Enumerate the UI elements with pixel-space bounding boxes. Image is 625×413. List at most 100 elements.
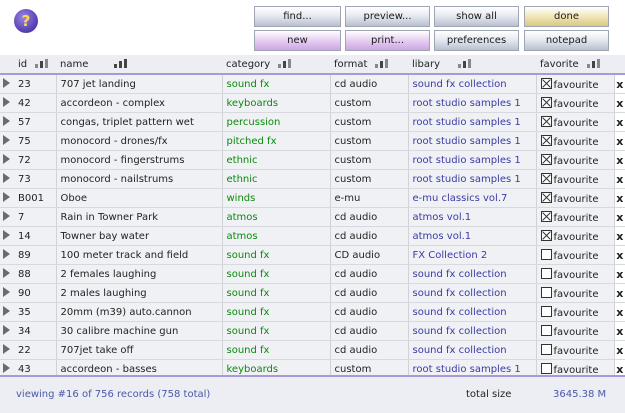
cell-name[interactable]: 707 jet landing bbox=[56, 74, 223, 94]
row-select-arrow[interactable] bbox=[0, 74, 14, 94]
cell-favourite[interactable]: favourite bbox=[536, 169, 615, 189]
triangle-right-icon[interactable] bbox=[3, 96, 10, 107]
row-select-arrow[interactable] bbox=[0, 150, 14, 170]
delete-icon[interactable]: x bbox=[614, 340, 625, 360]
cell-name[interactable]: congas, triplet pattern wet bbox=[56, 112, 223, 132]
delete-icon[interactable]: x bbox=[614, 302, 625, 322]
favourite-checkbox[interactable] bbox=[540, 229, 552, 241]
cell-name[interactable]: 20mm (m39) auto.cannon bbox=[56, 302, 223, 322]
favourite-checkbox[interactable] bbox=[540, 96, 552, 108]
table-row[interactable]: 34 30 calibre machine gun sound fx cd audio… bbox=[0, 321, 625, 341]
cell-favourite[interactable]: favourite bbox=[536, 131, 615, 151]
delete-icon[interactable]: x bbox=[614, 93, 625, 113]
table-row[interactable]: 88 2 females laughing sound fx cd audio soun… bbox=[0, 264, 625, 284]
delete-icon[interactable]: x bbox=[614, 245, 625, 265]
favourite-checkbox[interactable] bbox=[540, 305, 552, 317]
favourite-checkbox[interactable] bbox=[540, 248, 552, 260]
triangle-right-icon[interactable] bbox=[3, 77, 10, 88]
triangle-right-icon[interactable] bbox=[3, 115, 10, 126]
done-button[interactable]: done bbox=[524, 6, 609, 27]
triangle-right-icon[interactable] bbox=[3, 191, 10, 202]
favourite-checkbox[interactable] bbox=[540, 77, 552, 89]
cell-favourite[interactable]: favourite bbox=[536, 150, 615, 170]
delete-icon[interactable]: x bbox=[614, 188, 625, 208]
favourite-checkbox[interactable] bbox=[540, 362, 552, 374]
row-select-arrow[interactable] bbox=[0, 93, 14, 113]
table-row[interactable]: 73 monocord - nailstrums ethnic custom root … bbox=[0, 169, 625, 189]
cell-name[interactable]: monocord - drones/fx bbox=[56, 131, 223, 151]
favourite-checkbox[interactable] bbox=[540, 172, 552, 184]
cell-name[interactable]: monocord - fingerstrums bbox=[56, 150, 223, 170]
triangle-right-icon[interactable] bbox=[3, 172, 10, 183]
cell-favourite[interactable]: favourite bbox=[536, 188, 615, 208]
sort-icon[interactable] bbox=[35, 58, 49, 68]
cell-name[interactable]: 2 females laughing bbox=[56, 264, 223, 284]
delete-icon[interactable]: x bbox=[614, 321, 625, 341]
column-header-format[interactable]: format bbox=[330, 55, 408, 75]
cell-favourite[interactable]: favourite bbox=[536, 207, 615, 227]
delete-icon[interactable]: x bbox=[614, 169, 625, 189]
favourite-checkbox[interactable] bbox=[540, 267, 552, 279]
table-row[interactable]: 72 monocord - fingerstrums ethnic custom roo… bbox=[0, 150, 625, 170]
column-header-library[interactable]: libary bbox=[408, 55, 536, 75]
table-row[interactable]: 75 monocord - drones/fx pitched fx custom ro… bbox=[0, 131, 625, 151]
table-row[interactable]: 89 100 meter track and field sound fx CD au… bbox=[0, 245, 625, 265]
table-row[interactable]: 57 congas, triplet pattern wet percussion c… bbox=[0, 112, 625, 132]
favourite-checkbox[interactable] bbox=[540, 191, 552, 203]
cell-favourite[interactable]: favourite bbox=[536, 226, 615, 246]
row-select-arrow[interactable] bbox=[0, 207, 14, 227]
table-row[interactable]: 23 707 jet landing sound fx cd audio sound f… bbox=[0, 74, 625, 94]
cell-favourite[interactable]: favourite bbox=[536, 74, 615, 94]
triangle-right-icon[interactable] bbox=[3, 134, 10, 145]
find-button[interactable]: find... bbox=[254, 6, 341, 27]
triangle-right-icon[interactable] bbox=[3, 210, 10, 221]
row-select-arrow[interactable] bbox=[0, 131, 14, 151]
cell-name[interactable]: Oboe bbox=[56, 188, 223, 208]
cell-name[interactable]: 30 calibre machine gun bbox=[56, 321, 223, 341]
row-select-arrow[interactable] bbox=[0, 188, 14, 208]
table-row[interactable]: 7 Rain in Towner Park atmos cd audio atmos v… bbox=[0, 207, 625, 227]
cell-name[interactable]: accordeon - complex bbox=[56, 93, 223, 113]
favourite-checkbox[interactable] bbox=[540, 134, 552, 146]
table-row[interactable]: B001 Oboe winds e-mu e-mu classics vol.7 favo… bbox=[0, 188, 625, 208]
column-header-favorite[interactable]: favorite bbox=[536, 55, 614, 75]
help-icon[interactable]: ? bbox=[14, 9, 38, 33]
table-row[interactable]: 14 Towner bay water atmos cd audio atmos vol… bbox=[0, 226, 625, 246]
delete-icon[interactable]: x bbox=[614, 74, 625, 94]
triangle-right-icon[interactable] bbox=[3, 229, 10, 240]
sort-icon[interactable] bbox=[586, 58, 600, 68]
preview-button[interactable]: preview... bbox=[345, 6, 430, 27]
favourite-checkbox[interactable] bbox=[540, 286, 552, 298]
cell-favourite[interactable]: favourite bbox=[536, 321, 615, 341]
column-header-id[interactable]: id bbox=[14, 55, 56, 75]
table-row[interactable]: 90 2 males laughing sound fx cd audio sound … bbox=[0, 283, 625, 303]
delete-icon[interactable]: x bbox=[614, 264, 625, 284]
row-select-arrow[interactable] bbox=[0, 226, 14, 246]
row-select-arrow[interactable] bbox=[0, 245, 14, 265]
cell-favourite[interactable]: favourite bbox=[536, 245, 615, 265]
delete-icon[interactable]: x bbox=[614, 112, 625, 132]
sort-icon[interactable] bbox=[458, 58, 472, 68]
notepad-button[interactable]: notepad bbox=[524, 30, 609, 51]
delete-icon[interactable]: x bbox=[614, 283, 625, 303]
table-row[interactable]: 42 accordeon - complex keyboards custom root… bbox=[0, 93, 625, 113]
row-select-arrow[interactable] bbox=[0, 264, 14, 284]
row-select-arrow[interactable] bbox=[0, 283, 14, 303]
row-select-arrow[interactable] bbox=[0, 302, 14, 322]
cell-favourite[interactable]: favourite bbox=[536, 302, 615, 322]
row-select-arrow[interactable] bbox=[0, 321, 14, 341]
favourite-checkbox[interactable] bbox=[540, 343, 552, 355]
favourite-checkbox[interactable] bbox=[540, 115, 552, 127]
column-header-category[interactable]: category bbox=[222, 55, 330, 75]
sort-icon[interactable] bbox=[114, 58, 128, 68]
cell-favourite[interactable]: favourite bbox=[536, 264, 615, 284]
favourite-checkbox[interactable] bbox=[540, 324, 552, 336]
triangle-right-icon[interactable] bbox=[3, 324, 10, 335]
favourite-checkbox[interactable] bbox=[540, 210, 552, 222]
delete-icon[interactable]: x bbox=[614, 207, 625, 227]
print-button[interactable]: print... bbox=[345, 30, 430, 51]
cell-name[interactable]: 2 males laughing bbox=[56, 283, 223, 303]
cell-favourite[interactable]: favourite bbox=[536, 93, 615, 113]
sort-icon[interactable] bbox=[375, 58, 389, 68]
triangle-right-icon[interactable] bbox=[3, 305, 10, 316]
